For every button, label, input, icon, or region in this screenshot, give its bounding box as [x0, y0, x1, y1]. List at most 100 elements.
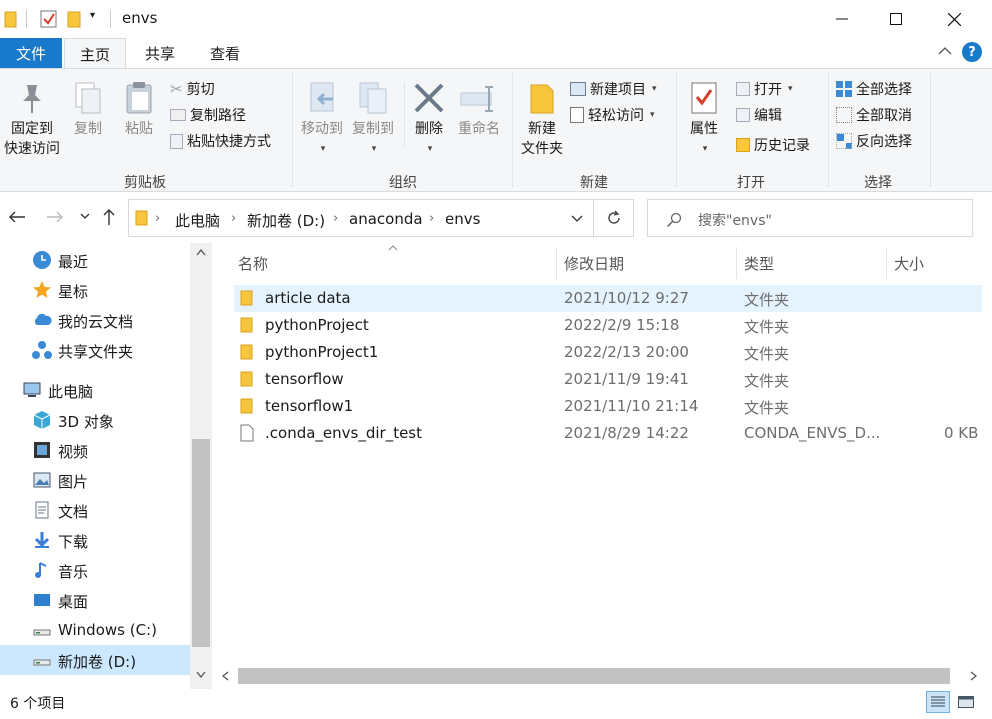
file-row[interactable]: tensorflow 2021/11/9 19:41 文件夹 — [234, 366, 982, 393]
nav-item[interactable]: 音乐 — [0, 555, 190, 585]
horizontal-scroll-thumb[interactable] — [238, 668, 950, 684]
rename-button[interactable]: 重命名 — [454, 75, 504, 139]
select-all-button[interactable]: 全部选择 — [836, 79, 912, 99]
nav-item[interactable]: 桌面 — [0, 585, 190, 615]
breadcrumb-separator-icon: › — [155, 211, 161, 226]
paste-button[interactable]: 粘贴 — [118, 75, 160, 139]
new-item-label: 新建项目 — [590, 82, 646, 98]
paste-icon — [126, 82, 152, 114]
column-header-name[interactable]: 名称 — [238, 253, 268, 274]
back-arrow-icon[interactable] — [8, 210, 26, 224]
file-date: 2021/10/12 9:27 — [564, 289, 689, 307]
maximize-button[interactable] — [866, 0, 926, 38]
nav-item[interactable]: 此电脑 — [0, 375, 190, 405]
large-icons-view-button[interactable] — [954, 691, 978, 713]
scroll-up-arrow-icon[interactable] — [196, 249, 206, 256]
tab-share[interactable]: 共享 — [130, 38, 190, 68]
copy-button[interactable]: 复制 — [68, 75, 108, 139]
delete-x-icon — [414, 83, 444, 113]
move-to-button[interactable]: 移动到 ▾ — [296, 75, 348, 155]
address-history-chevron-icon[interactable] — [571, 215, 583, 223]
help-icon[interactable]: ? — [962, 42, 982, 62]
sort-ascending-icon — [388, 245, 398, 251]
paste-shortcut-button[interactable]: 粘贴快捷方式 — [170, 131, 271, 151]
tab-home[interactable]: 主页 — [64, 38, 126, 69]
nav-item[interactable]: 共享文件夹 — [0, 335, 190, 365]
nav-item-label: 星标 — [58, 283, 89, 301]
file-date: 2021/11/9 19:41 — [564, 370, 689, 388]
folder-icon — [240, 316, 254, 334]
pin-to-quick-access-button[interactable]: 固定到 快速访问 — [0, 75, 64, 159]
nav-item[interactable]: 3D 对象 — [0, 405, 190, 435]
breadcrumb-drive-d[interactable]: 新加卷 (D:) — [247, 210, 325, 231]
breadcrumb-anaconda[interactable]: anaconda — [349, 210, 423, 228]
file-row[interactable]: pythonProject1 2022/2/13 20:00 文件夹 — [234, 339, 982, 366]
scroll-right-arrow-icon[interactable] — [970, 671, 977, 681]
nav-item[interactable]: 文档 — [0, 495, 190, 525]
search-box[interactable]: 搜索"envs" — [647, 199, 973, 237]
column-header-type[interactable]: 类型 — [744, 253, 774, 274]
file-row[interactable]: .conda_envs_dir_test 2021/8/29 14:22 CONDA… — [234, 420, 982, 447]
file-date: 2021/11/10 21:14 — [564, 397, 699, 415]
address-bar[interactable]: › 此电脑 › 新加卷 (D:) › anaconda › envs — [128, 199, 594, 237]
copy-path-icon — [170, 109, 186, 121]
breadcrumb-envs[interactable]: envs — [445, 210, 480, 228]
invert-selection-button[interactable]: 反向选择 — [836, 131, 912, 151]
file-row[interactable]: pythonProject 2022/2/9 15:18 文件夹 — [234, 312, 982, 339]
minimize-button[interactable] — [812, 0, 872, 38]
nav-scroll-thumb[interactable] — [192, 439, 210, 647]
close-button[interactable] — [924, 0, 984, 38]
nav-item[interactable]: 星标 — [0, 275, 190, 305]
nav-item[interactable]: Windows (C:) — [0, 615, 190, 645]
nav-item[interactable]: 图片 — [0, 465, 190, 495]
file-row[interactable]: tensorflow1 2021/11/10 21:14 文件夹 — [234, 393, 982, 420]
column-header-date[interactable]: 修改日期 — [564, 253, 624, 274]
document-icon — [32, 500, 52, 520]
open-button[interactable]: 打开 ▾ — [736, 79, 793, 99]
column-header-size[interactable]: 大小 — [894, 253, 924, 274]
tab-file[interactable]: 文件 — [0, 38, 62, 68]
delete-button[interactable]: 删除 ▾ — [410, 75, 448, 155]
nav-item[interactable]: 下载 — [0, 525, 190, 555]
customize-toolbar-icon[interactable]: ▾ — [90, 10, 95, 21]
cut-button[interactable]: ✂ 剪切 — [170, 79, 215, 99]
copy-path-button[interactable]: 复制路径 — [170, 105, 246, 125]
column-divider[interactable] — [556, 247, 557, 279]
new-folder-icon — [530, 84, 554, 114]
new-folder-button[interactable]: 新建 文件夹 — [516, 75, 568, 159]
refresh-button[interactable] — [594, 199, 634, 237]
tab-view[interactable]: 查看 — [194, 38, 256, 68]
edit-button[interactable]: 编辑 — [736, 105, 782, 125]
file-name: pythonProject1 — [265, 343, 379, 361]
nav-item[interactable]: 新加卷 (D:) — [0, 645, 190, 675]
recent-locations-chevron-icon[interactable] — [80, 213, 90, 220]
nav-item[interactable]: 我的云文档 — [0, 305, 190, 335]
file-row[interactable]: article data 2021/10/12 9:27 文件夹 — [234, 285, 982, 312]
column-divider[interactable] — [736, 247, 737, 279]
video-icon — [32, 440, 52, 460]
copy-to-dropdown-icon: ▾ — [371, 144, 377, 154]
nav-item[interactable]: 最近 — [0, 245, 190, 275]
new-item-button[interactable]: 新建项目 ▾ — [570, 79, 657, 99]
scroll-down-arrow-icon[interactable] — [196, 671, 206, 678]
nav-pane-scrollbar[interactable] — [190, 243, 212, 689]
forward-arrow-icon[interactable] — [46, 210, 64, 224]
up-arrow-icon[interactable] — [102, 208, 116, 226]
breadcrumb-this-pc[interactable]: 此电脑 — [175, 210, 220, 231]
copy-to-button[interactable]: 复制到 ▾ — [348, 75, 398, 155]
ribbon-tab-row: 文件 主页 共享 查看 ? — [0, 38, 992, 69]
horizontal-scrollbar[interactable] — [212, 663, 992, 689]
select-none-button[interactable]: 全部取消 — [836, 105, 912, 125]
history-icon — [736, 138, 750, 152]
details-view-button[interactable] — [926, 691, 950, 713]
properties-button[interactable]: 属性 ▾ — [682, 75, 726, 155]
column-divider[interactable] — [886, 247, 887, 279]
collapse-ribbon-icon[interactable] — [938, 46, 952, 56]
history-button[interactable]: 历史记录 — [736, 135, 810, 155]
scroll-left-arrow-icon[interactable] — [222, 671, 229, 681]
nav-item[interactable]: 视频 — [0, 435, 190, 465]
delete-dropdown-icon: ▾ — [427, 144, 433, 154]
new-folder-quick-icon[interactable] — [66, 9, 82, 29]
properties-quick-icon[interactable] — [40, 9, 58, 29]
easy-access-button[interactable]: 轻松访问 ▾ — [570, 105, 655, 125]
